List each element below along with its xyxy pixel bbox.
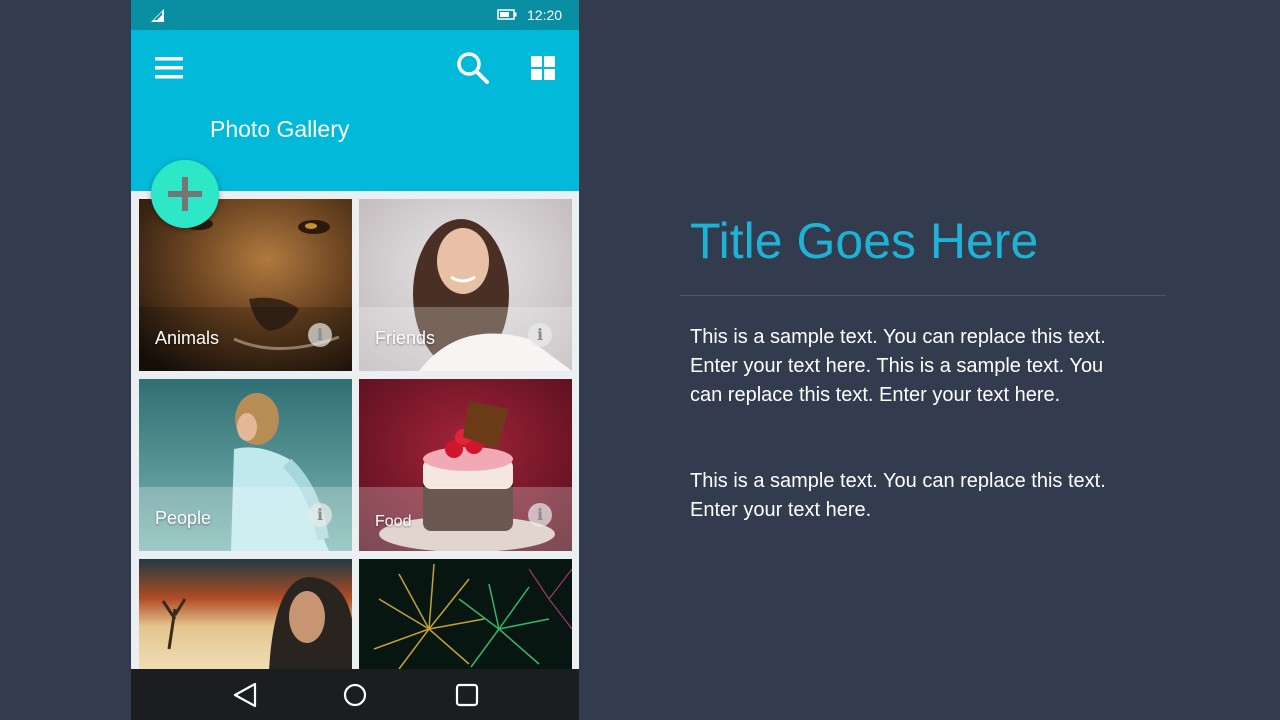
system-nav-bar	[131, 669, 579, 720]
gallery-tile-fireworks[interactable]	[359, 559, 572, 671]
info-icon[interactable]: i	[528, 323, 552, 347]
info-icon[interactable]: i	[528, 503, 552, 527]
title-divider	[680, 295, 1166, 296]
gallery-tile-food[interactable]: Food i	[359, 379, 572, 551]
gallery-tile-friends[interactable]: Friends i	[359, 199, 572, 371]
signal-icon	[151, 9, 164, 22]
body-paragraph-2: This is a sample text. You can replace t…	[690, 470, 1106, 521]
gallery-tile-people[interactable]: People i	[139, 379, 352, 551]
battery-icon	[497, 9, 517, 20]
tile-label: Friends	[375, 328, 436, 348]
status-time: 12:20	[527, 7, 563, 23]
back-triangle-icon[interactable]	[231, 681, 259, 709]
search-icon[interactable]	[455, 50, 491, 86]
tile-label: Animals	[155, 328, 220, 348]
phone-mockup: 12:20 Photo Gallery Animals i Friends i …	[131, 0, 579, 720]
slide-title: Title Goes Here	[690, 213, 1039, 269]
add-photo-button[interactable]	[151, 160, 219, 228]
fireworks-photo	[359, 559, 572, 671]
tiles-view-icon[interactable]	[529, 54, 557, 82]
desert-woman-photo	[139, 559, 352, 671]
app-title: Photo Gallery	[210, 116, 350, 142]
info-icon[interactable]: i	[308, 323, 332, 347]
home-circle-icon[interactable]	[341, 681, 369, 709]
tile-label: Food	[375, 513, 412, 530]
body-paragraph-1: This is a sample text. You can replace t…	[690, 326, 1106, 406]
gallery-tile-desert[interactable]	[139, 559, 352, 671]
tile-label: People	[155, 508, 212, 528]
hamburger-menu-icon[interactable]	[153, 52, 185, 84]
info-icon[interactable]: i	[308, 503, 332, 527]
status-bar: 12:20	[131, 0, 579, 30]
recent-apps-square-icon[interactable]	[453, 681, 481, 709]
plus-icon	[168, 177, 202, 211]
